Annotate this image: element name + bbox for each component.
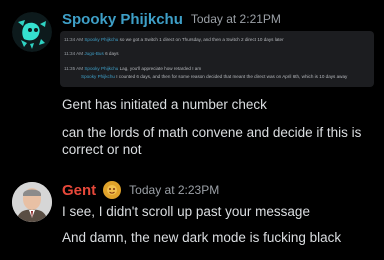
username[interactable]: Gent: [62, 182, 96, 199]
avatar[interactable]: [12, 182, 52, 222]
message-text: I see, I didn't scroll up past your mess…: [62, 204, 310, 219]
embed-line: 11:34 AM Jugo-Bus 6 days: [64, 51, 119, 56]
message-text: And damn, the new dark mode is fucking b…: [62, 230, 342, 245]
message-group-gent: Gent Today at 2:23PM I see, I didn't scr…: [0, 172, 384, 260]
gent-portrait-avatar-icon: [12, 182, 52, 222]
message-group-spooky: Spooky Phijkchu Today at 2:21PM 11:34 AM…: [0, 0, 384, 172]
message-text: Gent has initiated a number check: [62, 97, 267, 112]
message-header: Spooky Phijkchu Today at 2:21PM: [62, 8, 281, 30]
message-text: can the lords of math convene and decide…: [62, 125, 362, 157]
embed-line: 11:34 AM Spooky Phijkchu so we got a Swi…: [64, 37, 284, 42]
badge-face-icon: [107, 185, 118, 195]
username[interactable]: Spooky Phijkchu: [62, 11, 183, 28]
spooky-ghost-avatar-icon: [12, 12, 52, 52]
timestamp[interactable]: Today at 2:21PM: [191, 12, 281, 26]
role-badge-icon[interactable]: [103, 181, 122, 199]
message-header: Gent Today at 2:23PM: [62, 179, 219, 201]
avatar[interactable]: [12, 12, 52, 52]
timestamp[interactable]: Today at 2:23PM: [129, 183, 219, 197]
embedded-screenshot[interactable]: 11:34 AM Spooky Phijkchu so we got a Swi…: [60, 31, 374, 87]
embed-line: Spooky Phijkchu I counted 6 days, and th…: [81, 74, 348, 79]
embed-line: 11:35 AM Spooky Phijkchu Lag, you'll app…: [64, 66, 202, 71]
